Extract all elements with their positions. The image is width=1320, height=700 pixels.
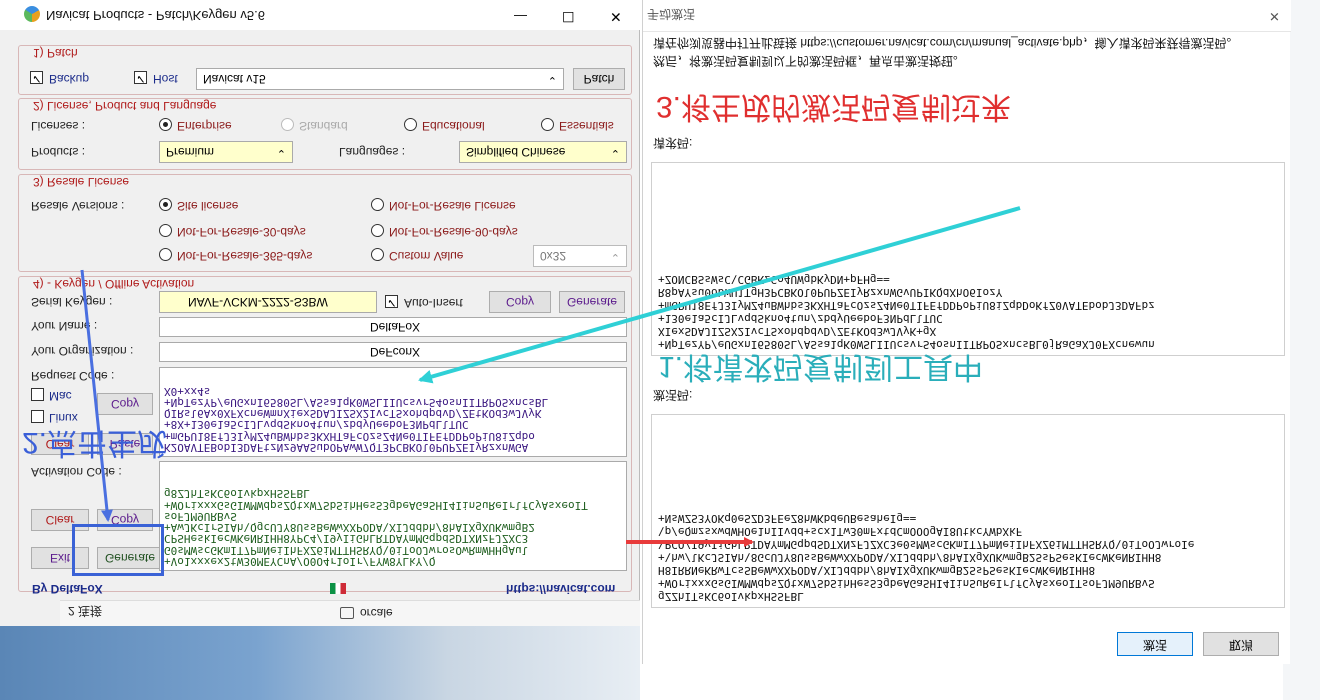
annotation-arrows [80, 206, 1021, 547]
blue-arrow [80, 269, 113, 522]
flipped-scene: Navicat Products - Patch/Keygen v5.6 — ☐… [0, 0, 1320, 700]
cyan-arrow [418, 206, 1021, 384]
screen: Navicat Products - Patch/Keygen v5.6 — ☐… [0, 0, 1320, 700]
